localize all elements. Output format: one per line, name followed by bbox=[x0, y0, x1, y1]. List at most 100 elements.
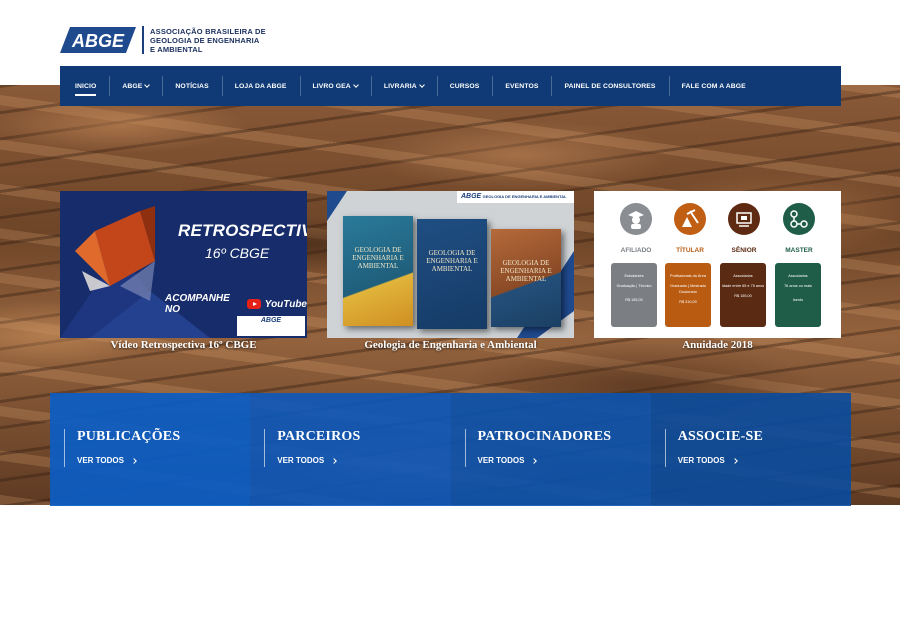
tier-senior-box1: Associados bbox=[733, 274, 753, 278]
nav-abge[interactable]: ABGE bbox=[109, 66, 162, 106]
card-livro-gea[interactable]: ABGE GEOLOGIA DE ENGENHARIA E AMBIENTAL … bbox=[327, 191, 574, 338]
book-title-1: GEOLOGIA DE ENGENHARIA E AMBIENTAL bbox=[352, 246, 404, 270]
book-banner-mark: ABGE bbox=[461, 193, 482, 200]
quick-links-band: PUBLICAÇÕES VER TODOS PARCEIROS VER TODO… bbox=[50, 393, 851, 506]
chevron-down-icon bbox=[144, 81, 151, 88]
book-title-3: GEOLOGIA DE ENGENHARIA E AMBIENTAL bbox=[500, 259, 552, 283]
tier-titular: TÍTULAR bbox=[666, 203, 714, 254]
youtube-cta: ACOMPANHE NO YouTube bbox=[165, 293, 307, 315]
band-parceiros-link-text: VER TODOS bbox=[277, 456, 325, 465]
tier-titular-box2: Graduado | Mestrado Doutorado bbox=[670, 284, 706, 294]
nav-eventos[interactable]: EVENTOS bbox=[492, 66, 551, 106]
network-icon bbox=[783, 203, 815, 235]
tier-titular-name: TÍTULAR bbox=[676, 247, 704, 254]
book-cover-3: GEOLOGIA DE ENGENHARIA E AMBIENTAL bbox=[491, 229, 561, 327]
caption-retrospectiva[interactable]: Vídeo Retrospectiva 16º CBGE bbox=[60, 339, 307, 351]
tier-master-price: Isento bbox=[792, 298, 804, 302]
chevron-right-icon bbox=[731, 457, 738, 464]
band-associe-se-link[interactable]: VER TODOS bbox=[678, 456, 851, 465]
presentation-icon-glyph bbox=[736, 212, 752, 227]
caption-livro-gea[interactable]: Geologia de Engenharia e Ambiental bbox=[327, 339, 574, 351]
tier-afiliado-name: AFILIADO bbox=[620, 247, 652, 254]
book-title-2: GEOLOGIA DE ENGENHARIA E AMBIENTAL bbox=[426, 249, 478, 273]
book-banner: ABGE GEOLOGIA DE ENGENHARIA E AMBIENTAL bbox=[457, 191, 574, 203]
main-nav: INICIO ABGE NOTÍCIAS LOJA DA ABGE LIVRO … bbox=[60, 66, 841, 106]
tier-senior-price: R$ 155,00 bbox=[734, 294, 752, 298]
nav-inicio[interactable]: INICIO bbox=[62, 66, 109, 106]
nav-painel-consultores[interactable]: PAINEL DE CONSULTORES bbox=[551, 66, 668, 106]
band-patrocinadores-title: PATROCINADORES bbox=[477, 429, 612, 444]
nav-painel-label: PAINEL DE CONSULTORES bbox=[564, 82, 656, 90]
tier-senior: SÊNIOR bbox=[720, 203, 768, 254]
tier-afiliado-box1: Estudantes bbox=[624, 274, 644, 278]
band-divider bbox=[264, 429, 266, 467]
tier-afiliado-box: Estudantes Graduação | Técnico R$ 155,00 bbox=[611, 263, 657, 327]
band-patrocinadores[interactable]: PATROCINADORES VER TODOS bbox=[450, 393, 651, 506]
caption-anuidade[interactable]: Anuidade 2018 bbox=[594, 339, 841, 351]
nav-cursos-label: CURSOS bbox=[449, 82, 480, 90]
nav-cursos[interactable]: CURSOS bbox=[436, 66, 493, 106]
band-associe-se-title: ASSOCIE-SE bbox=[677, 429, 764, 444]
logo-mark-text: ABGE bbox=[71, 31, 125, 51]
book-banner-text: GEOLOGIA DE ENGENHARIA E AMBIENTAL bbox=[482, 194, 567, 199]
logo-line-2: GEOLOGIA DE ENGENHARIA bbox=[150, 35, 260, 45]
tools-icon bbox=[674, 203, 706, 235]
chevron-down-icon bbox=[418, 81, 425, 88]
band-parceiros-title: PARCEIROS bbox=[277, 429, 361, 444]
nav-abge-label: ABGE bbox=[122, 82, 143, 90]
band-parceiros[interactable]: PARCEIROS VER TODOS bbox=[250, 393, 451, 506]
logo-line-1: ASSOCIAÇÃO BRASILEIRA DE bbox=[150, 26, 266, 36]
nav-livro-gea[interactable]: LIVRO GEA bbox=[299, 66, 371, 106]
nav-inicio-label: INICIO bbox=[75, 82, 97, 90]
nav-loja[interactable]: LOJA DA ABGE bbox=[221, 66, 300, 106]
tier-master-box1: Associados bbox=[788, 274, 808, 278]
nav-livro-gea-label: LIVRO GEA bbox=[312, 82, 351, 90]
youtube-cta-text: ACOMPANHE NO bbox=[165, 293, 230, 315]
band-patrocinadores-link[interactable]: VER TODOS bbox=[478, 456, 651, 465]
tier-senior-box: Associados Idade entre 65 e 75 anos R$ 1… bbox=[720, 263, 766, 327]
tier-master-box: Associados 76 anos ou mais Isento bbox=[775, 263, 821, 327]
band-parceiros-link[interactable]: VER TODOS bbox=[277, 456, 450, 465]
student-icon bbox=[620, 203, 652, 235]
chevron-down-icon bbox=[352, 81, 359, 88]
tier-titular-box1: Profissionais da Área bbox=[670, 274, 706, 278]
logo-separator bbox=[142, 26, 144, 54]
student-icon-glyph bbox=[628, 211, 644, 229]
band-patrocinadores-link-text: VER TODOS bbox=[477, 456, 525, 465]
tier-titular-box: Profissionais da Área Graduado | Mestrad… bbox=[665, 263, 711, 327]
card-retrospectiva[interactable]: RETROSPECTIVA 16º CBGE ACOMPANHE NO YouT… bbox=[60, 191, 307, 338]
card-anuidade[interactable]: AFILIADO TÍTULAR SÊNIOR MASTER Estudante… bbox=[594, 191, 841, 338]
nav-livraria-label: LIVRARIA bbox=[383, 82, 417, 90]
logo-text: ASSOCIAÇÃO BRASILEIRA DE GEOLOGIA DE ENG… bbox=[150, 27, 266, 54]
site-header: ABGE ASSOCIAÇÃO BRASILEIRA DE GEOLOGIA D… bbox=[0, 0, 900, 66]
nav-fale-com[interactable]: FALE COM A ABGE bbox=[668, 66, 759, 106]
nav-livraria[interactable]: LIVRARIA bbox=[370, 66, 437, 106]
tier-master-box2: 76 anos ou mais bbox=[784, 284, 812, 288]
band-divider bbox=[64, 429, 65, 467]
youtube-wordmark: YouTube bbox=[264, 298, 307, 310]
band-divider bbox=[664, 429, 666, 467]
presentation-icon bbox=[728, 203, 760, 235]
retro-badge-text: ABGE bbox=[260, 317, 282, 324]
logo-line-3: E AMBIENTAL bbox=[150, 44, 203, 54]
youtube-play-icon bbox=[246, 299, 261, 309]
tier-titular-price: R$ 310,00 bbox=[679, 300, 697, 304]
book-cover-1: GEOLOGIA DE ENGENHARIA E AMBIENTAL bbox=[343, 216, 413, 326]
tier-afiliado: AFILIADO bbox=[612, 203, 660, 254]
band-associe-se[interactable]: ASSOCIE-SE VER TODOS bbox=[650, 393, 851, 506]
chevron-right-icon bbox=[331, 457, 338, 464]
band-publicacoes-link-text: VER TODOS bbox=[77, 456, 124, 465]
band-divider bbox=[464, 429, 466, 467]
band-publicacoes[interactable]: PUBLICAÇÕES VER TODOS bbox=[50, 393, 251, 506]
tier-master: MASTER bbox=[775, 203, 823, 254]
tools-icon-glyph bbox=[682, 209, 699, 227]
tier-master-name: MASTER bbox=[785, 247, 813, 254]
tier-senior-name: SÊNIOR bbox=[731, 247, 757, 254]
abge-logo[interactable]: ABGE ASSOCIAÇÃO BRASILEIRA DE GEOLOGIA D… bbox=[60, 26, 266, 54]
nav-fale-label: FALE COM A ABGE bbox=[681, 82, 746, 90]
band-publicacoes-link[interactable]: VER TODOS bbox=[77, 456, 250, 465]
tier-afiliado-price: R$ 155,00 bbox=[625, 298, 643, 302]
nav-noticias[interactable]: NOTÍCIAS bbox=[162, 66, 221, 106]
abge-logo-mark: ABGE bbox=[60, 27, 136, 53]
chevron-right-icon bbox=[131, 457, 137, 464]
